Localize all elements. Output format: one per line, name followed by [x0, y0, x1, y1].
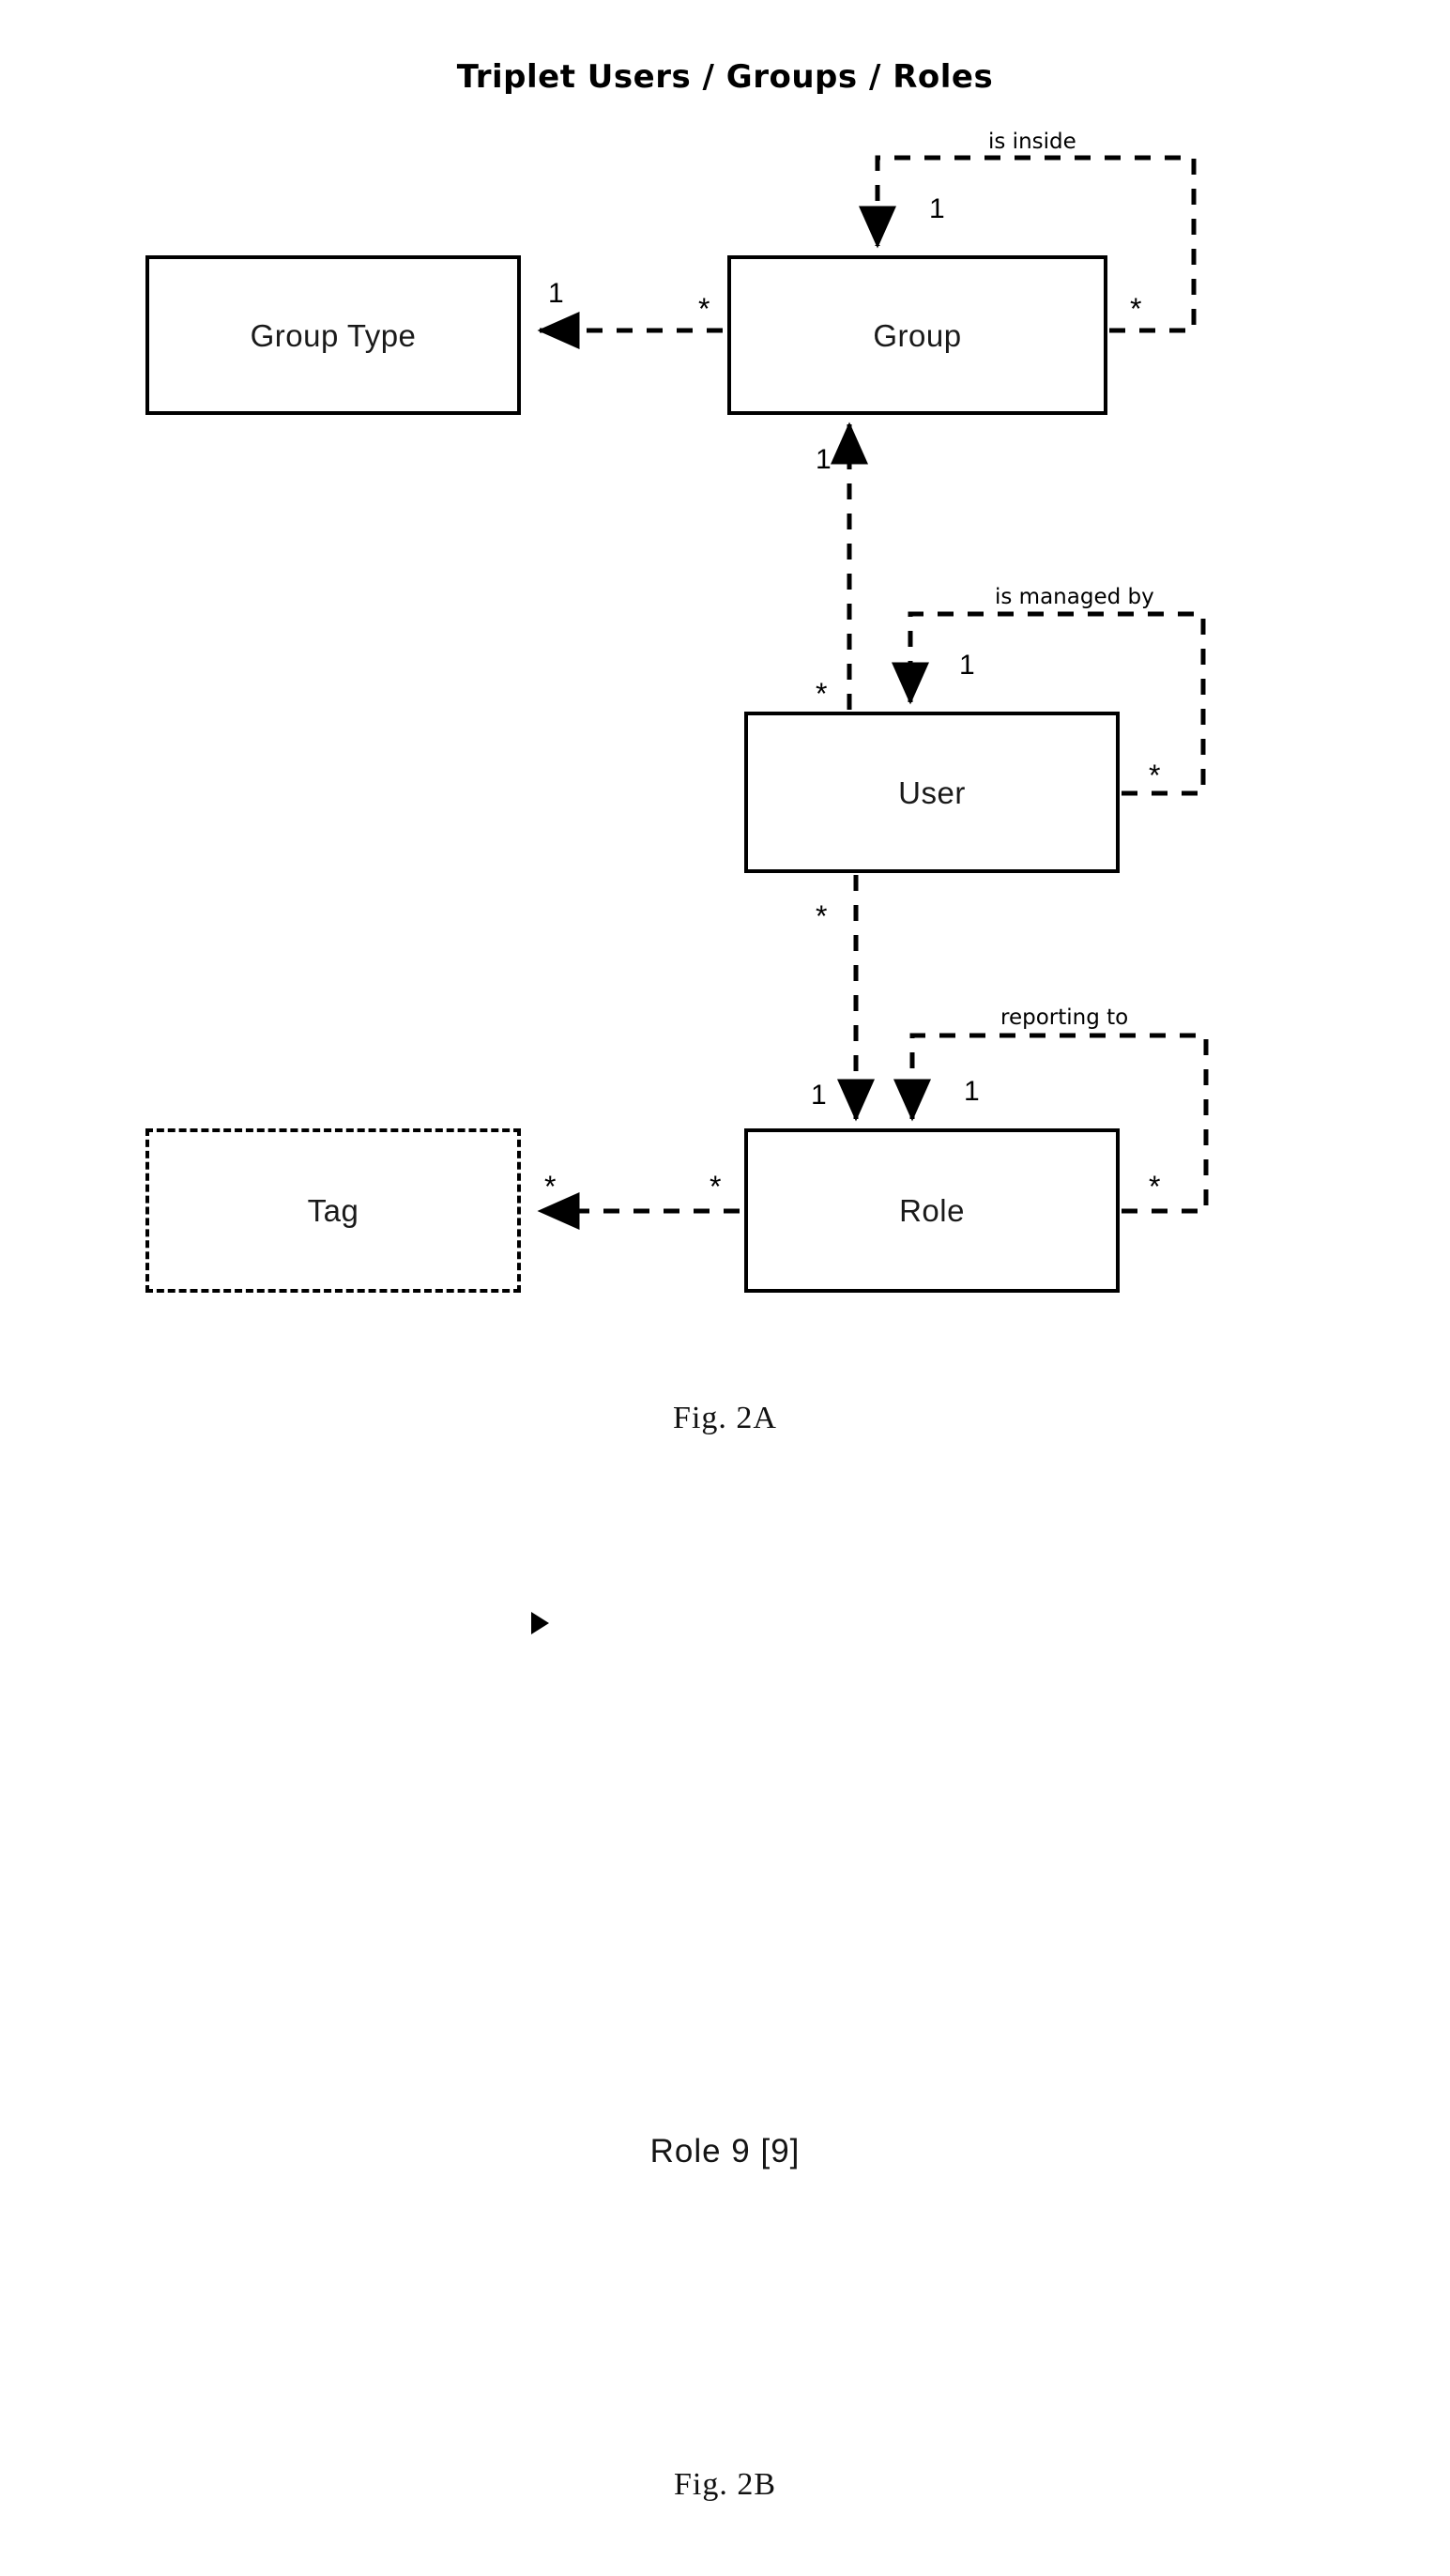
relationship-label-reporting-to: reporting to [1000, 1005, 1129, 1030]
entity-user-label: User [898, 774, 966, 810]
figure-page: Triplet Users / Groups / Roles Group Typ… [0, 0, 1450, 2576]
entity-group-type-label: Group Type [250, 317, 417, 353]
entity-group[interactable]: Group [727, 255, 1107, 415]
page-title: Triplet Users / Groups / Roles [456, 58, 994, 96]
multiplicity-user-up-star: * [816, 677, 828, 711]
relationship-label-is-inside: is inside [988, 130, 1076, 154]
entity-role[interactable]: Role [744, 1128, 1120, 1293]
multiplicity-group-type-one: 1 [548, 278, 564, 309]
play-triangle-icon [531, 1612, 549, 1634]
entity-tag[interactable]: Tag [145, 1128, 521, 1293]
relationship-label-is-managed-by: is managed by [995, 585, 1154, 609]
entity-user[interactable]: User [744, 712, 1120, 873]
multiplicity-user-down-star: * [816, 899, 828, 933]
multiplicity-group-right-star: * [1130, 292, 1142, 326]
multiplicity-role-down-one: 1 [811, 1080, 827, 1111]
entity-group-label: Group [873, 317, 962, 353]
multiplicity-role-right-star: * [1149, 1170, 1161, 1204]
multiplicity-role-reporting-one: 1 [964, 1076, 980, 1107]
role-9-label: Role 9 [9] [649, 2133, 801, 2170]
multiplicity-user-right-star: * [1149, 759, 1161, 792]
entity-group-type[interactable]: Group Type [145, 255, 521, 415]
entity-role-label: Role [899, 1193, 965, 1228]
multiplicity-tag-right-star: * [544, 1170, 557, 1204]
multiplicity-group-left-star: * [698, 292, 710, 326]
figure-caption-2b: Fig. 2B [673, 2467, 777, 2502]
figure-caption-2a: Fig. 2A [673, 1401, 777, 1435]
multiplicity-user-managed-one: 1 [959, 650, 975, 681]
entity-tag-label: Tag [307, 1193, 359, 1228]
multiplicity-group-up-one: 1 [816, 444, 832, 475]
multiplicity-group-inside-one: 1 [929, 193, 945, 224]
multiplicity-role-left-star: * [710, 1170, 722, 1204]
